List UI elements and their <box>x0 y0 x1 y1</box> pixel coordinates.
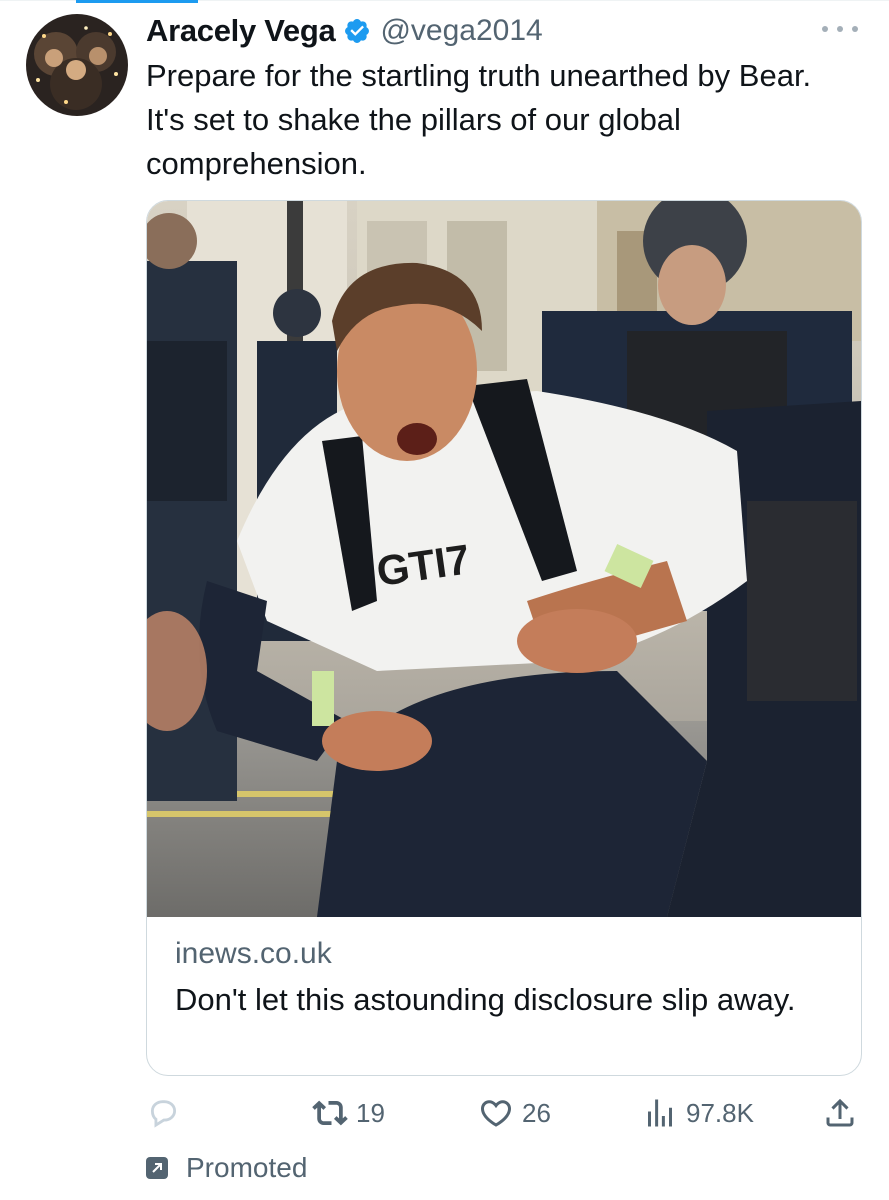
share-icon <box>826 1098 854 1127</box>
avatar-photo-icon <box>26 14 128 116</box>
more-options-button[interactable] <box>818 14 862 44</box>
views-icon <box>648 1099 672 1127</box>
views-count: 97.8K <box>686 1097 754 1128</box>
share-button[interactable] <box>822 1090 858 1136</box>
repost-button[interactable]: 19 <box>312 1090 385 1136</box>
author-handle[interactable]: @vega2014 <box>380 14 542 48</box>
card-title: Don't let this astounding disclosure sli… <box>175 982 796 1017</box>
author-avatar[interactable] <box>26 14 128 116</box>
tweet-action-bar: 19 26 97.8K <box>146 1090 862 1136</box>
card-photo: GTI7 <box>147 201 861 917</box>
tweet-header: Aracely Vega @vega2014 <box>146 10 543 52</box>
active-tab-indicator <box>76 0 198 3</box>
promoted-label[interactable]: Promoted <box>146 1150 307 1186</box>
ellipsis-icon <box>822 26 828 32</box>
reply-button[interactable] <box>146 1090 180 1136</box>
like-button[interactable]: 26 <box>478 1090 551 1136</box>
promoted-arrow-icon <box>146 1157 168 1179</box>
tweet-text: Prepare for the startling truth unearthe… <box>146 58 812 181</box>
repost-count: 19 <box>356 1097 385 1128</box>
card-image[interactable]: GTI7 <box>147 201 861 917</box>
author-display-name[interactable]: Aracely Vega <box>146 13 336 49</box>
reply-icon <box>150 1100 177 1128</box>
promoted-text: Promoted <box>186 1152 308 1183</box>
like-count: 26 <box>522 1097 551 1128</box>
link-card[interactable]: GTI7 inews.co.uk Don't let this astoundi… <box>146 200 862 1076</box>
verified-badge-icon <box>345 19 370 43</box>
heart-icon <box>480 1100 512 1127</box>
views-button[interactable]: 97.8K <box>642 1090 754 1136</box>
card-domain: inews.co.uk <box>175 937 332 970</box>
repost-icon <box>312 1100 348 1126</box>
